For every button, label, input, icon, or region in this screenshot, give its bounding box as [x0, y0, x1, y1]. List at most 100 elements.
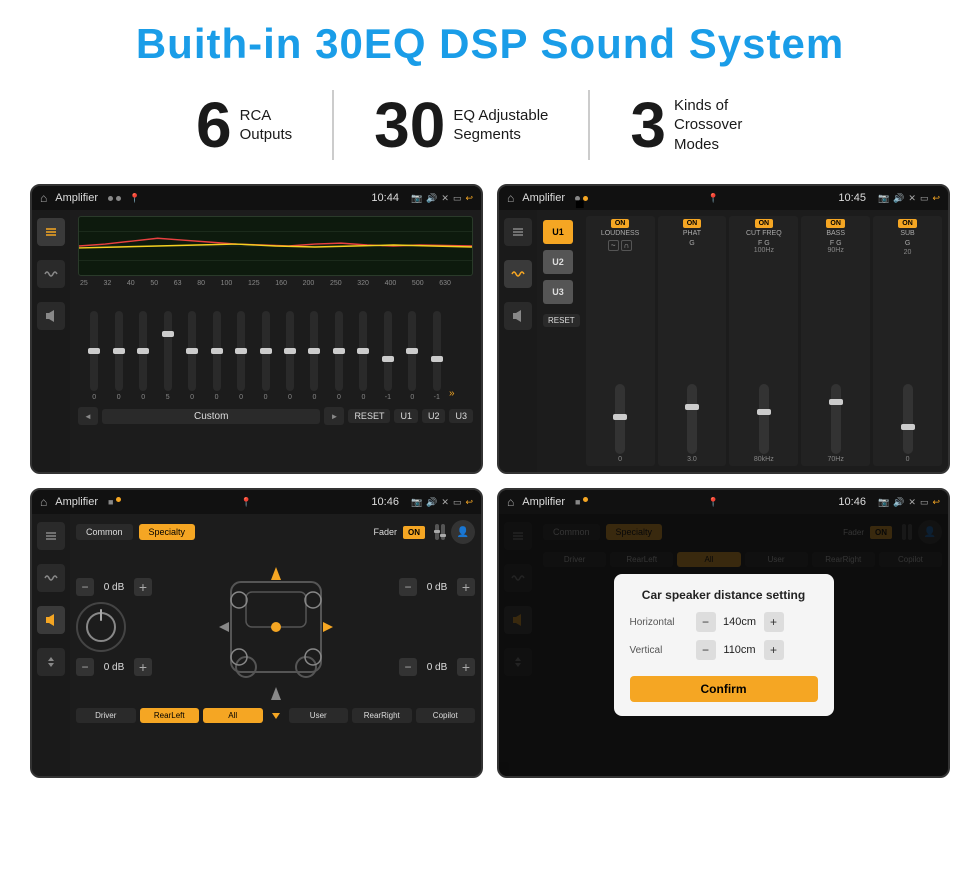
crossover-eq-btn[interactable] [504, 218, 532, 246]
eq-u3-btn[interactable]: U3 [449, 409, 473, 423]
u3-btn[interactable]: U3 [543, 280, 573, 304]
bass-on[interactable]: ON [826, 219, 845, 228]
loudness-slider[interactable] [589, 253, 652, 454]
eq-next-btn[interactable]: ► [324, 407, 344, 425]
dot2 [116, 196, 121, 201]
fader-wave-btn[interactable] [37, 564, 65, 592]
fader-eq-btn[interactable] [37, 522, 65, 550]
dot-orange-d [583, 497, 588, 502]
vol-fr-plus[interactable]: + [457, 578, 475, 596]
volume-icon-4: 🔊 [893, 497, 904, 508]
u2-btn[interactable]: U2 [543, 250, 573, 274]
eq-wave-btn[interactable] [37, 260, 65, 288]
eq-filter-btn[interactable] [37, 218, 65, 246]
home-icon-4[interactable]: ⌂ [507, 495, 514, 509]
car-knob[interactable] [76, 602, 126, 652]
eq-band-7[interactable]: 0 [229, 311, 253, 401]
close-icon-4: ✕ [908, 497, 916, 508]
location-icon-2: 📍 [708, 193, 719, 204]
sub-on[interactable]: ON [898, 219, 917, 228]
horizontal-plus-btn[interactable]: + [764, 612, 784, 632]
back-icon-3[interactable]: ↩ [465, 497, 473, 508]
bass-slider[interactable] [804, 254, 867, 454]
eq-band-11[interactable]: 0 [327, 311, 351, 401]
loudness-label: LOUDNESS [601, 230, 640, 237]
dot-sq-d: ■ [575, 497, 580, 507]
back-icon-2[interactable]: ↩ [932, 193, 940, 204]
vertical-plus-btn[interactable]: + [764, 640, 784, 660]
curve-btn-2[interactable]: ∩ [621, 240, 633, 251]
eq-bottom-bar: ◄ Custom ► RESET U1 U2 U3 [78, 407, 473, 425]
fader-right-vols: − 0 dB + − 0 dB + [399, 552, 475, 702]
home-icon-2[interactable]: ⌂ [507, 191, 514, 205]
vol-rr-minus[interactable]: − [399, 658, 417, 676]
horizontal-minus-btn[interactable]: − [696, 612, 716, 632]
back-icon-4[interactable]: ↩ [932, 497, 940, 508]
u1-btn[interactable]: U1 [543, 220, 573, 244]
eq-band-15[interactable]: -1 [425, 311, 449, 401]
sub-val1: 20 [904, 249, 912, 256]
eq-band-2[interactable]: 0 [106, 311, 130, 401]
eq-band-4[interactable]: 5 [155, 311, 179, 401]
common-tab[interactable]: Common [76, 524, 133, 540]
copilot-btn[interactable]: Copilot [416, 708, 476, 723]
eq-band-12[interactable]: 0 [351, 311, 375, 401]
phat-slider[interactable] [661, 249, 724, 454]
eq-band-1[interactable]: 0 [82, 311, 106, 401]
curve-btn-1[interactable]: ~ [608, 240, 619, 251]
vol-fl-minus[interactable]: − [76, 578, 94, 596]
eq-band-13[interactable]: -1 [376, 311, 400, 401]
eq-u2-btn[interactable]: U2 [422, 409, 446, 423]
eq-status-icons: 📷 🔊 ✕ ▭ ↩ [411, 193, 473, 204]
vol-rr-plus[interactable]: + [457, 658, 475, 676]
all-btn[interactable]: All [203, 708, 263, 723]
crossover-status-bar: ⌂ Amplifier ■ 📍 10:45 📷 🔊 ✕ ▭ ↩ [499, 186, 948, 210]
eq-band-9[interactable]: 0 [278, 311, 302, 401]
fader-speaker-btn[interactable] [37, 606, 65, 634]
eq-band-5[interactable]: 0 [180, 311, 204, 401]
vertical-minus-btn[interactable]: − [696, 640, 716, 660]
specialty-tab[interactable]: Specialty [139, 524, 196, 540]
back-icon[interactable]: ↩ [465, 193, 473, 204]
sub-slider[interactable] [876, 256, 939, 454]
home-icon-3[interactable]: ⌂ [40, 495, 47, 509]
eq-band-6[interactable]: 0 [204, 311, 228, 401]
eq-speaker-btn[interactable] [37, 302, 65, 330]
fader-on-badge[interactable]: ON [403, 526, 425, 539]
driver-btn[interactable]: Driver [76, 708, 136, 723]
expand-icon[interactable]: » [449, 383, 469, 401]
cutfreq-slider[interactable] [732, 254, 795, 454]
eq-side-controls [32, 210, 70, 472]
crossover-side-controls [499, 210, 537, 472]
vol-rl-value: 0 dB [98, 662, 130, 673]
spacer [399, 602, 475, 652]
vol-fr-minus[interactable]: − [399, 578, 417, 596]
rearleft-btn[interactable]: RearLeft [140, 708, 200, 723]
vol-rl-minus[interactable]: − [76, 658, 94, 676]
crossover-speaker-btn[interactable] [504, 302, 532, 330]
confirm-button[interactable]: Confirm [630, 676, 818, 702]
cutfreq-on[interactable]: ON [755, 219, 774, 228]
eq-band-14[interactable]: 0 [400, 311, 424, 401]
eq-u1-btn[interactable]: U1 [394, 409, 418, 423]
phat-on[interactable]: ON [683, 219, 702, 228]
rearright-btn[interactable]: RearRight [352, 708, 412, 723]
horizontal-value: 140cm [720, 616, 760, 628]
eq-band-10[interactable]: 0 [302, 311, 326, 401]
fader-arrows-btn[interactable] [37, 648, 65, 676]
eq-band-8[interactable]: 0 [253, 311, 277, 401]
user-btn[interactable]: User [289, 708, 349, 723]
fader-status-bar: ⌂ Amplifier ■ 📍 10:46 📷 🔊 ✕ ▭ ↩ [32, 490, 481, 514]
crossover-screen: ⌂ Amplifier ■ 📍 10:45 📷 🔊 ✕ ▭ ↩ [497, 184, 950, 474]
home-icon[interactable]: ⌂ [40, 191, 47, 205]
dialog-screen-title: Amplifier [522, 496, 565, 508]
vol-rl-plus[interactable]: + [134, 658, 152, 676]
crossover-reset-btn[interactable]: RESET [543, 314, 580, 327]
vol-fl-plus[interactable]: + [134, 578, 152, 596]
eq-prev-btn[interactable]: ◄ [78, 407, 98, 425]
loudness-on[interactable]: ON [611, 219, 630, 228]
eq-band-3[interactable]: 0 [131, 311, 155, 401]
eq-reset-btn[interactable]: RESET [348, 409, 390, 423]
crossover-wave-btn[interactable] [504, 260, 532, 288]
fader-screen-title: Amplifier [55, 496, 98, 508]
